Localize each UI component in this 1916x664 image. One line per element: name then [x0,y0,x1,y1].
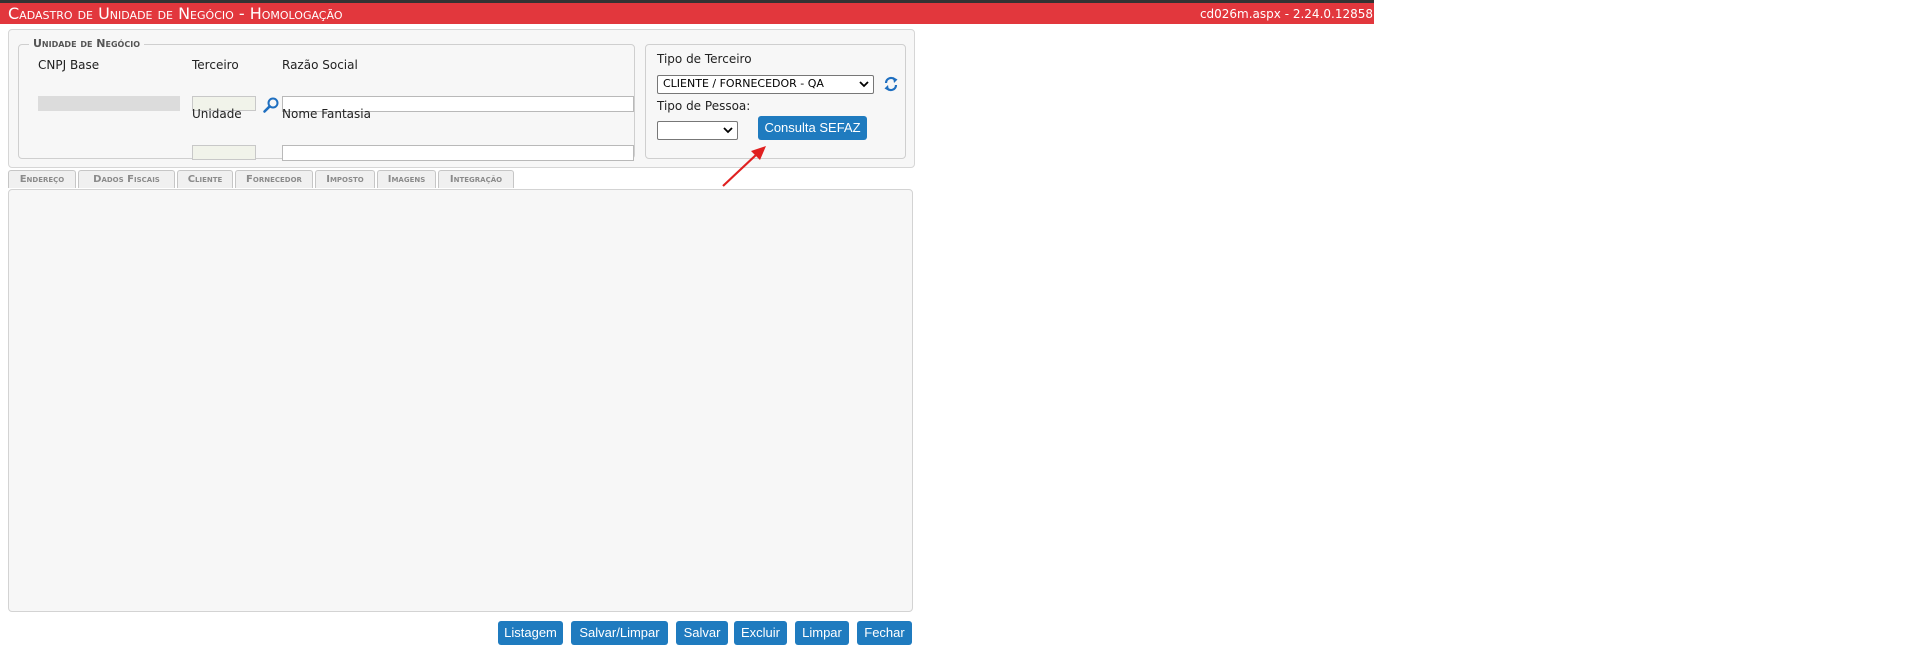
unidade-input[interactable] [192,145,256,160]
nome-fantasia-input[interactable] [282,145,634,161]
fechar-button[interactable]: Fechar [857,621,912,645]
header-panel: Unidade de Negócio CNPJ Base Terceiro Ra… [8,29,915,168]
salvar-limpar-button[interactable]: Salvar/Limpar [571,621,668,645]
cnpj-base-input[interactable] [38,96,180,111]
excluir-button[interactable]: Excluir [734,621,787,645]
razao-social-label: Razão Social [282,58,358,72]
unidade-label: Unidade [192,107,242,121]
tipo-terceiro-selected: CLIENTE / FORNECEDOR - QA [663,77,824,90]
chevron-down-icon [723,127,733,134]
listagem-button[interactable]: Listagem [498,621,563,645]
tab-imposto[interactable]: Imposto [315,170,375,188]
tipo-terceiro-select[interactable]: CLIENTE / FORNECEDOR - QA [657,75,874,94]
limpar-button[interactable]: Limpar [795,621,849,645]
tipo-terceiro-fieldset: Tipo de Terceiro CLIENTE / FORNECEDOR - … [645,44,906,159]
tab-fornecedor[interactable]: Fornecedor [235,170,313,188]
tab-dados-fiscais[interactable]: Dados Fiscais [78,170,175,188]
tipo-terceiro-label: Tipo de Terceiro [657,52,752,66]
chevron-down-icon [859,81,869,88]
version-label: cd026m.aspx - 2.24.0.12858 [1199,7,1373,21]
consulta-sefaz-button[interactable]: Consulta SEFAZ [758,116,867,140]
page-title: Cadastro de Unidade de Negócio - Homolog… [8,4,343,23]
annotation-arrow [722,146,766,187]
tab-endereco[interactable]: Endereço [8,170,76,188]
tab-imagens[interactable]: Imagens [377,170,436,188]
tab-integracao[interactable]: Integração [438,170,514,188]
tab-cliente[interactable]: Cliente [177,170,233,188]
unidade-negocio-fieldset: Unidade de Negócio CNPJ Base Terceiro Ra… [18,37,635,161]
refresh-icon[interactable] [883,75,899,93]
search-icon[interactable] [262,96,280,114]
salvar-button[interactable]: Salvar [676,621,728,645]
terceiro-label: Terceiro [192,58,239,72]
tipo-pessoa-select[interactable] [657,121,738,140]
unidade-negocio-legend: Unidade de Negócio [29,37,144,50]
tipo-pessoa-label: Tipo de Pessoa: [657,99,751,113]
title-bar: Cadastro de Unidade de Negócio - Homolog… [0,3,1374,24]
cnpj-base-label: CNPJ Base [38,58,100,72]
tab-content-panel [8,189,913,612]
nome-fantasia-label: Nome Fantasia [282,107,371,121]
